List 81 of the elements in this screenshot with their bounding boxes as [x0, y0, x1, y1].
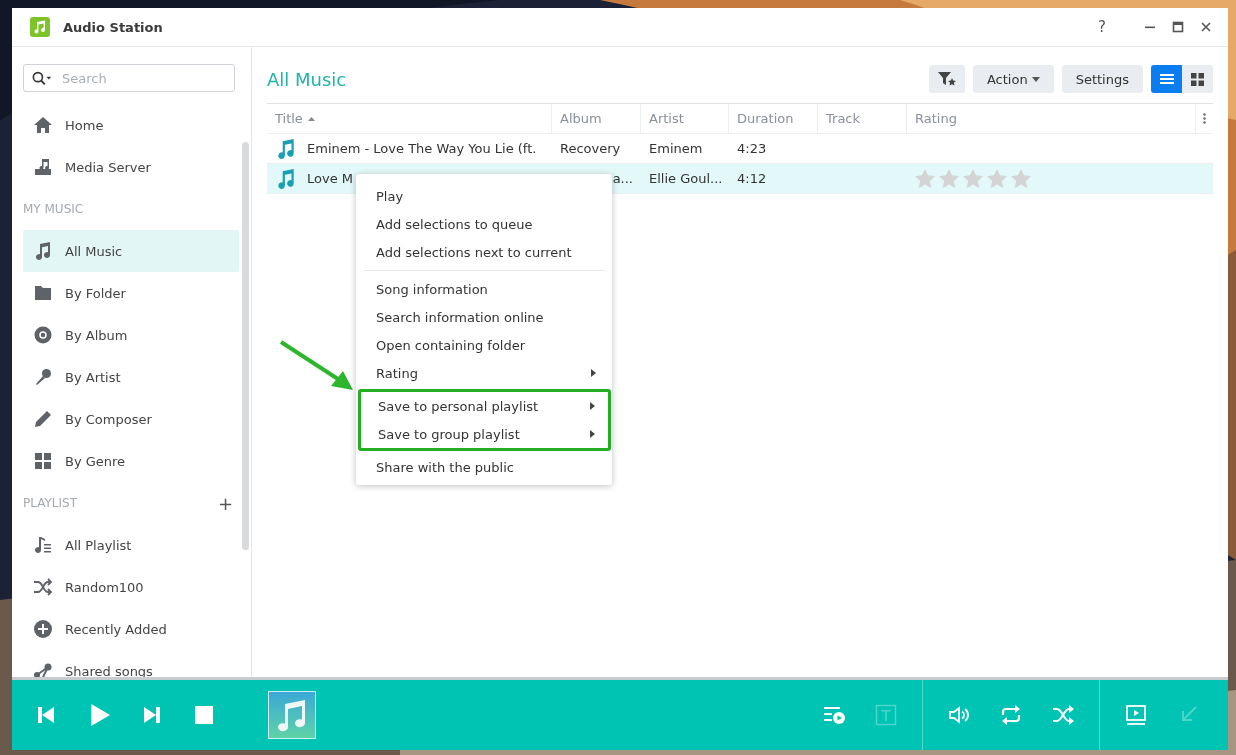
- sidebar-item[interactable]: Media Server: [23, 146, 239, 188]
- sidebar-item[interactable]: Home: [23, 104, 239, 146]
- sidebar-item[interactable]: By Folder: [23, 272, 239, 314]
- stop-icon[interactable]: [194, 705, 214, 725]
- music-note-icon: [275, 167, 297, 190]
- sidebar-item[interactable]: All Playlist: [23, 524, 239, 566]
- sidebar-item[interactable]: Random100: [23, 566, 239, 608]
- table-cell: Recovery: [560, 141, 621, 156]
- menu-item[interactable]: Share with the public: [356, 453, 612, 481]
- star-icon[interactable]: [987, 169, 1007, 188]
- scrollbar[interactable]: [242, 142, 249, 550]
- star-icon[interactable]: [915, 169, 935, 188]
- star-icon[interactable]: [1011, 169, 1031, 188]
- filter-button[interactable]: [928, 65, 965, 93]
- grid-icon: [1191, 72, 1204, 86]
- submenu-arrow-icon: [591, 369, 596, 377]
- star-icon[interactable]: [963, 169, 983, 188]
- media-server-icon: [33, 157, 53, 177]
- section-heading: MY MUSIC: [23, 202, 84, 216]
- section-heading: PLAYLIST: [23, 496, 77, 510]
- help-button[interactable]: ?: [1094, 18, 1110, 36]
- table-cell: Love M: [307, 171, 353, 186]
- close-icon[interactable]: [1200, 21, 1212, 33]
- plus-circle-icon: [33, 619, 53, 639]
- sidebar-item[interactable]: Recently Added: [23, 608, 239, 650]
- star-icon[interactable]: [939, 169, 959, 188]
- add-playlist-button[interactable]: +: [211, 492, 239, 514]
- playlist-icon: [33, 535, 53, 555]
- microphone-icon: [33, 367, 53, 387]
- table-cell: Eminem: [649, 141, 703, 156]
- table-cell: Eminem - Love The Way You Lie (ft.: [307, 141, 537, 156]
- search-field[interactable]: Search: [23, 64, 235, 92]
- filter-star-icon: [936, 70, 957, 88]
- previous-icon[interactable]: [36, 705, 56, 725]
- sidebar-item[interactable]: By Composer: [23, 398, 239, 440]
- caret-icon: [1031, 76, 1040, 82]
- music-note-icon: [33, 241, 53, 261]
- music-note-icon: [275, 137, 297, 160]
- folder-icon: [33, 283, 53, 303]
- window-title: Audio Station: [63, 19, 163, 35]
- page-title: All Music: [267, 68, 347, 90]
- home-icon: [33, 115, 53, 135]
- album-art-icon: [268, 691, 316, 739]
- shuffle-icon: [33, 577, 53, 597]
- search-icon[interactable]: [32, 71, 52, 86]
- list-icon: [1159, 73, 1174, 85]
- repeat-icon[interactable]: [999, 703, 1023, 727]
- sidebar-item[interactable]: All Music: [23, 230, 239, 272]
- menu-item[interactable]: Song information: [356, 275, 612, 303]
- sidebar-item[interactable]: By Album: [23, 314, 239, 356]
- table-cell: a...: [612, 171, 633, 186]
- grid-icon: [33, 451, 53, 471]
- menu-item[interactable]: Add selections next to current: [356, 238, 612, 266]
- sort-ascending-icon: [307, 116, 315, 121]
- screen-icon[interactable]: [1124, 703, 1148, 727]
- grid-view-button[interactable]: [1182, 65, 1213, 93]
- menu-item[interactable]: Search information online: [356, 303, 612, 331]
- shuffle-icon[interactable]: [1051, 703, 1075, 727]
- table-cell: 4:23: [737, 141, 767, 156]
- volume-icon[interactable]: [947, 703, 971, 727]
- list-view-button[interactable]: [1151, 65, 1182, 93]
- column-menu-icon[interactable]: [1203, 113, 1206, 124]
- submenu-arrow-icon: [590, 430, 595, 438]
- action-button[interactable]: Action: [972, 65, 1054, 93]
- settings-button[interactable]: Settings: [1061, 65, 1143, 93]
- menu-item[interactable]: Rating: [356, 359, 612, 387]
- disc-icon: [33, 325, 53, 345]
- menu-item[interactable]: Save to personal playlist: [361, 392, 608, 420]
- menu-item[interactable]: Open containing folder: [356, 331, 612, 359]
- menu-item[interactable]: Add selections to queue: [356, 210, 612, 238]
- next-icon[interactable]: [142, 705, 162, 725]
- sidebar-item[interactable]: By Genre: [23, 440, 239, 482]
- menu-item[interactable]: Save to group playlist: [361, 420, 608, 448]
- table-cell: 4:12: [737, 171, 767, 186]
- app-logo-icon: [29, 16, 51, 38]
- play-icon[interactable]: [88, 703, 110, 727]
- pencil-icon: [33, 409, 53, 429]
- maximize-icon[interactable]: [1172, 21, 1184, 33]
- table-cell: Ellie Goul...: [649, 171, 723, 186]
- submenu-arrow-icon: [590, 402, 595, 410]
- sidebar-item[interactable]: By Artist: [23, 356, 239, 398]
